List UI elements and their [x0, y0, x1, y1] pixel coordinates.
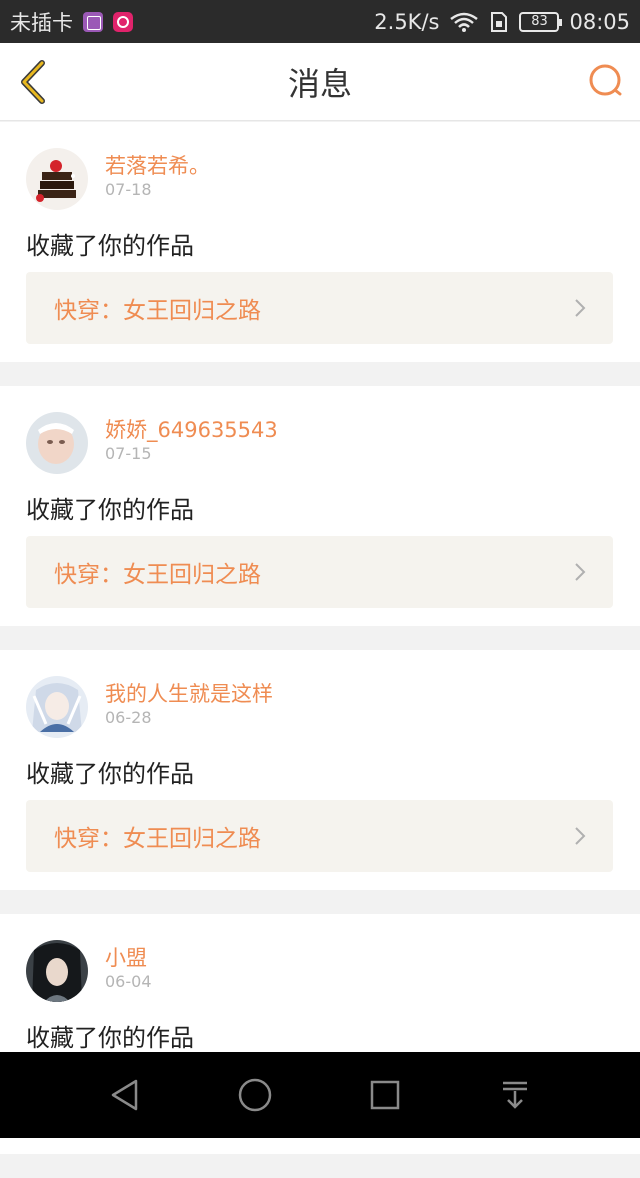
work-title: 快穿：女王回归之路 [54, 826, 261, 852]
message-action: 收藏了你的作品 [26, 232, 194, 260]
username[interactable]: 我的人生就是这样 [105, 678, 273, 708]
message-date: 06-28 [105, 708, 152, 727]
search-button[interactable] [586, 61, 626, 101]
username[interactable]: 若落若希。 [105, 150, 210, 180]
avatar[interactable] [26, 148, 88, 210]
work-title: 快穿：女王回归之路 [54, 562, 261, 588]
chevron-right-icon [575, 299, 586, 317]
work-link[interactable]: 快穿：女王回归之路 [26, 272, 613, 344]
message-action: 收藏了你的作品 [26, 496, 194, 524]
avatar[interactable] [26, 940, 88, 1002]
circle-home-icon [238, 1078, 272, 1112]
message-card: 若落若希。 07-18 收藏了你的作品 快穿：女王回归之路 [0, 122, 640, 362]
nav-notification-button[interactable] [493, 1073, 537, 1117]
chevron-left-icon [21, 60, 45, 104]
nav-back-button[interactable] [103, 1073, 147, 1117]
nav-home-button[interactable] [233, 1073, 277, 1117]
chevron-right-icon [575, 827, 586, 845]
pull-down-icon [503, 1081, 527, 1109]
search-icon [589, 64, 622, 96]
message-card: 我的人生就是这样 06-28 收藏了你的作品 快穿：女王回归之路 [0, 650, 640, 890]
character-avatar-icon [26, 940, 88, 1002]
avatar[interactable] [26, 676, 88, 738]
back-button[interactable] [14, 59, 54, 105]
message-action: 收藏了你的作品 [26, 1024, 194, 1052]
page-title: 消息 [287, 64, 352, 103]
work-link[interactable]: 快穿：女王回归之路 [26, 800, 613, 872]
sim-icon [491, 11, 508, 32]
clock: 08:05 [569, 9, 630, 34]
work-link[interactable]: 快穿：女王回归之路 [26, 536, 613, 608]
network-speed: 2.5K/s [374, 9, 440, 34]
message-date: 07-15 [105, 444, 152, 463]
system-nav-bar [0, 1052, 640, 1138]
wifi-icon [450, 12, 479, 32]
carrier-text: 未插卡 [10, 10, 73, 35]
username[interactable]: 娇娇_649635543 [105, 414, 278, 444]
anime-avatar-icon [26, 676, 88, 738]
cake-avatar-icon [26, 148, 88, 210]
message-card: 娇娇_649635543 07-15 收藏了你的作品 快穿：女王回归之路 [0, 386, 640, 626]
header-bar: 消息 [0, 43, 640, 121]
baby-avatar-icon [26, 412, 88, 474]
gallery-icon [83, 11, 103, 32]
triangle-back-icon [111, 1079, 138, 1111]
chevron-right-icon [575, 563, 586, 581]
nav-recent-button[interactable] [363, 1073, 407, 1117]
status-bar: 未插卡 2.5K/s 83 08:05 [0, 0, 640, 43]
message-action: 收藏了你的作品 [26, 760, 194, 788]
avatar[interactable] [26, 412, 88, 474]
message-date: 06-04 [105, 972, 152, 991]
battery-level: 83 [531, 14, 548, 29]
message-date: 07-18 [105, 180, 152, 199]
username[interactable]: 小盟 [105, 942, 147, 972]
battery-indicator: 83 [519, 11, 563, 32]
work-title: 快穿：女王回归之路 [54, 298, 261, 324]
message-list: 若落若希。 07-18 收藏了你的作品 快穿：女王回归之路 娇娇_6496355… [0, 122, 640, 1178]
camera-app-icon [113, 11, 133, 32]
square-recent-icon [370, 1080, 400, 1110]
